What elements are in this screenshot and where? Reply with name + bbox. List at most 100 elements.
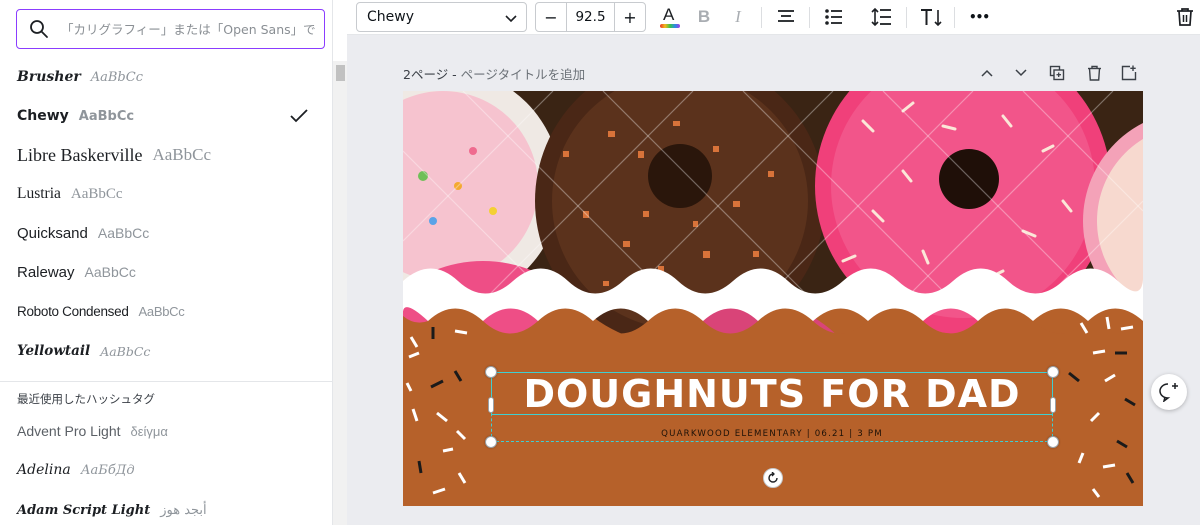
more-options-button[interactable]: ••• <box>966 5 992 29</box>
font-sample: AaBbCc <box>90 69 143 85</box>
font-item-yellowtail[interactable]: Yellowtail AaBbCc <box>0 332 332 370</box>
decrease-size-button[interactable]: − <box>536 3 566 31</box>
align-button[interactable] <box>773 5 799 29</box>
recent-section-title: 最近使用したハッシュタグ <box>17 392 155 406</box>
page-header: 2ページ - ページタイトルを追加 <box>403 64 585 83</box>
font-sample: أبجد هوز <box>160 502 207 518</box>
align-center-icon <box>778 10 794 22</box>
font-sample: δείγμα <box>130 423 168 439</box>
font-family-dropdown[interactable]: Chewy <box>356 2 527 32</box>
bullet-list-icon <box>825 9 842 25</box>
page-up-button[interactable] <box>976 63 998 83</box>
font-name: Quicksand <box>17 224 88 242</box>
increase-size-button[interactable]: + <box>615 3 645 31</box>
italic-icon: I <box>735 7 741 26</box>
font-name: Adam Script Light <box>17 502 151 518</box>
text-color-letter: A <box>663 5 675 24</box>
font-sample: AaBbCc <box>138 303 185 319</box>
text-color-button[interactable]: A <box>657 5 683 29</box>
delete-page-button[interactable] <box>1083 63 1105 83</box>
font-size-input[interactable]: 92.5 <box>566 3 615 31</box>
page-number: 2ページ <box>403 67 449 82</box>
editor-area: Chewy − 92.5 + A B I ••• 2ページ - ページタイトルを… <box>347 0 1200 525</box>
trash-icon <box>1177 8 1193 26</box>
font-sample: AaBbCc <box>97 225 150 241</box>
chevron-down-icon <box>1015 69 1027 77</box>
font-search-input[interactable] <box>61 21 316 37</box>
page-separator: - <box>448 67 461 82</box>
resize-handle-top-left[interactable] <box>485 366 497 378</box>
font-name: Roboto Condensed <box>17 303 129 319</box>
text-direction-icon <box>921 9 942 27</box>
font-name: Libre Baskerville <box>17 144 143 165</box>
duplicate-icon <box>1049 65 1065 81</box>
toolbar-separator <box>809 7 810 28</box>
font-item-libre-baskerville[interactable]: Libre Baskerville AaBbCc <box>0 136 332 174</box>
add-comment-button[interactable] <box>1151 374 1187 410</box>
font-item-lustria[interactable]: Lustria AaBbCc <box>0 175 332 213</box>
chevron-down-icon <box>504 11 518 29</box>
font-item-roboto-condensed[interactable]: Roboto Condensed AaBbCc <box>0 292 332 330</box>
font-item-brusher[interactable]: Brusher AaBbCc <box>0 58 332 96</box>
font-sample: AaBbCc <box>84 264 136 280</box>
font-list-scrollbar[interactable] <box>333 61 347 525</box>
scrollbar-thumb[interactable] <box>336 65 345 81</box>
font-name: Brusher <box>17 69 81 85</box>
rotate-icon <box>768 472 778 483</box>
color-swatch <box>660 24 680 28</box>
font-item-advent-pro-light[interactable]: Advent Pro Light δείγμα <box>0 412 332 450</box>
design-canvas[interactable]: DOUGHNUTS FOR DAD QUARKWOOD ELEMENTARY |… <box>403 91 1143 506</box>
font-search-box[interactable] <box>16 9 325 49</box>
font-name: Raleway <box>17 263 75 281</box>
font-item-adelina[interactable]: Adelina АаБбДд <box>0 451 332 489</box>
list-button[interactable] <box>821 5 847 29</box>
check-icon <box>289 107 309 129</box>
add-comment-icon <box>1159 383 1178 402</box>
resize-handle-left[interactable] <box>488 397 494 413</box>
font-size-stepper: − 92.5 + <box>535 2 646 32</box>
spacing-button[interactable] <box>869 5 895 29</box>
toolbar-separator <box>761 7 762 28</box>
toolbar-separator <box>954 7 955 28</box>
font-sample: AaBbCc <box>152 145 212 164</box>
trash-icon <box>1087 65 1101 81</box>
editor-window: Brusher AaBbCc Chewy AaBbCc Libre Basker… <box>0 0 1200 525</box>
resize-handle-bottom-left[interactable] <box>485 436 497 448</box>
add-page-button[interactable] <box>1118 63 1140 83</box>
font-sample: AaBbCc <box>78 108 135 124</box>
font-name: Adelina <box>17 462 71 478</box>
resize-handle-bottom-right[interactable] <box>1047 436 1059 448</box>
resize-handle-right[interactable] <box>1050 397 1056 413</box>
donut-photo-background <box>403 91 1143 506</box>
chevron-up-icon <box>981 69 993 77</box>
font-sample: АаБбДд <box>80 462 135 478</box>
bold-icon: B <box>697 7 711 26</box>
italic-button[interactable]: I <box>725 5 751 29</box>
page-title-input[interactable]: ページタイトルを追加 <box>461 67 586 82</box>
text-toolbar: Chewy − 92.5 + A B I ••• <box>347 0 1200 35</box>
resize-handle-top-right[interactable] <box>1047 366 1059 378</box>
line-spacing-icon <box>871 7 891 27</box>
font-sample: AaBbCc <box>70 185 123 202</box>
font-item-quicksand[interactable]: Quicksand AaBbCc <box>0 214 332 252</box>
trash-button[interactable] <box>1172 5 1198 29</box>
bold-button[interactable]: B <box>691 5 717 29</box>
font-name: Yellowtail <box>17 343 91 359</box>
add-page-icon <box>1121 65 1137 81</box>
text-direction-button[interactable] <box>918 5 944 29</box>
search-icon <box>17 10 61 48</box>
font-name: Lustria <box>17 185 61 202</box>
font-item-chewy[interactable]: Chewy AaBbCc <box>0 97 332 135</box>
toolbar-separator <box>906 7 907 28</box>
rotate-button[interactable] <box>763 468 783 488</box>
font-family-value: Chewy <box>367 9 414 25</box>
font-item-adam-script-light[interactable]: Adam Script Light أبجد هوز <box>0 491 332 525</box>
font-name: Advent Pro Light <box>17 423 121 439</box>
font-item-raleway[interactable]: Raleway AaBbCc <box>0 253 332 291</box>
font-panel: Brusher AaBbCc Chewy AaBbCc Libre Basker… <box>0 0 333 525</box>
duplicate-page-button[interactable] <box>1046 63 1068 83</box>
font-sample: AaBbCc <box>100 343 151 359</box>
section-divider <box>0 381 332 382</box>
font-name: Chewy <box>17 108 69 124</box>
page-down-button[interactable] <box>1010 63 1032 83</box>
